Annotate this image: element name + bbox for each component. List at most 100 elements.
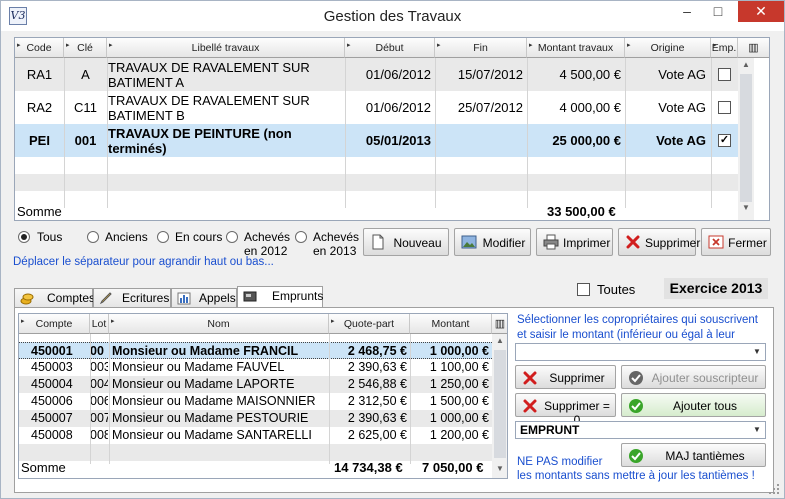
supprimer-zero-button[interactable]: Supprimer = 0 bbox=[515, 393, 616, 427]
table-row[interactable]: RA1 A TRAVAUX DE RAVALEMENT SUR BATIMENT… bbox=[15, 58, 739, 91]
maximize-button[interactable]: □ bbox=[704, 1, 732, 22]
minimize-icon: – bbox=[683, 3, 691, 19]
column-header-nom[interactable]: ▸ Nom bbox=[109, 314, 329, 334]
column-divider bbox=[625, 58, 626, 208]
column-header-montant[interactable]: ▸ Montant travaux bbox=[527, 38, 625, 58]
filter-acheves-2012-label: Achevés en 2012 bbox=[244, 230, 291, 258]
sort-icon: ▸ bbox=[347, 42, 351, 49]
column-header-montant-emprunt[interactable]: Montant bbox=[410, 314, 492, 334]
fermer-button[interactable]: Fermer bbox=[701, 228, 771, 256]
new-document-icon bbox=[372, 234, 384, 250]
table-row[interactable]: RA2 C11 TRAVAUX DE RAVALEMENT SUR BATIME… bbox=[15, 91, 739, 124]
empty-row bbox=[15, 174, 739, 191]
title-bar: V3 Gestion des Travaux – □ ✕ bbox=[1, 1, 784, 31]
emprunt-checkbox[interactable] bbox=[718, 101, 731, 114]
travaux-sum-value: 33 500,00 € bbox=[547, 204, 616, 219]
gestion-travaux-window: V3 Gestion des Travaux – □ ✕ ▸ Code ▸ Clé … bbox=[0, 0, 785, 499]
column-header-emp[interactable]: ▸ Emp. bbox=[711, 38, 738, 58]
pencil-icon bbox=[99, 292, 112, 305]
tab-comptes[interactable]: Comptes bbox=[14, 288, 95, 308]
column-chooser-icon: ▥ bbox=[748, 42, 759, 54]
filter-tous-radio[interactable] bbox=[18, 231, 30, 243]
check-icon: ✓ bbox=[719, 134, 730, 146]
emprunts-sum-montant: 7 050,00 € bbox=[422, 460, 484, 475]
maximize-icon: □ bbox=[713, 3, 723, 19]
chart-icon bbox=[177, 292, 191, 305]
sort-icon: ▸ bbox=[17, 42, 21, 49]
column-divider bbox=[64, 58, 65, 208]
coins-icon bbox=[20, 293, 34, 305]
table-row-selected[interactable]: PEI 001 TRAVAUX DE PEINTURE (non terminé… bbox=[15, 124, 739, 157]
ajouter-tous-button[interactable]: Ajouter tous bbox=[621, 393, 766, 417]
column-header-debut[interactable]: ▸ Début bbox=[345, 38, 435, 58]
tab-ecritures[interactable]: Ecritures bbox=[93, 288, 171, 308]
sort-icon: ▸ bbox=[111, 318, 115, 325]
travaux-scrollbar[interactable]: ▲ ▼ bbox=[738, 58, 754, 220]
window-title: Gestion des Travaux bbox=[323, 8, 462, 25]
emprunt-checkbox-checked[interactable]: ✓ bbox=[718, 134, 731, 147]
supprimer-souscripteur-button[interactable]: Supprimer bbox=[515, 365, 616, 389]
card-icon bbox=[243, 291, 257, 302]
close-window-button[interactable]: ✕ bbox=[738, 1, 784, 22]
travaux-grid[interactable]: ▸ Code ▸ Clé ▸ Libellé travaux ▸ Début ▸ Fin … bbox=[14, 37, 770, 221]
column-header-quote-part[interactable]: ▸ Quote-part bbox=[329, 314, 410, 334]
scroll-thumb[interactable] bbox=[494, 350, 506, 458]
column-divider bbox=[107, 58, 108, 208]
scroll-up-icon[interactable]: ▲ bbox=[492, 336, 507, 345]
column-divider bbox=[435, 58, 436, 208]
filter-en-cours-radio[interactable] bbox=[157, 231, 169, 243]
scroll-up-icon[interactable]: ▲ bbox=[738, 60, 754, 69]
column-header-cle[interactable]: ▸ Clé bbox=[64, 38, 107, 58]
ajouter-souscripteur-button[interactable]: Ajouter souscripteur bbox=[621, 365, 766, 389]
column-divider bbox=[410, 334, 411, 464]
supprimer-travaux-button[interactable]: Supprimer bbox=[618, 228, 700, 256]
filter-acheves-2013-radio[interactable] bbox=[295, 231, 307, 243]
modifier-button[interactable]: Modifier bbox=[454, 228, 531, 256]
column-chooser-icon: ▥ bbox=[494, 318, 506, 330]
column-header-code[interactable]: ▸ Code bbox=[15, 38, 64, 58]
filter-acheves-2012-radio[interactable] bbox=[226, 231, 238, 243]
sort-icon: ▸ bbox=[331, 318, 335, 325]
nouveau-button[interactable]: Nouveau bbox=[363, 228, 449, 256]
exercice-label: Exercice 2013 bbox=[664, 278, 768, 299]
warning-text: NE PAS modifier les montants sans mettre… bbox=[517, 456, 755, 482]
filter-tous-label: Tous bbox=[37, 230, 63, 244]
filter-anciens-radio[interactable] bbox=[87, 231, 99, 243]
close-form-icon bbox=[708, 235, 724, 249]
column-header-origine[interactable]: ▸ Origine bbox=[625, 38, 711, 58]
sort-icon: ▸ bbox=[109, 42, 113, 49]
column-header-lot[interactable]: Lot bbox=[90, 314, 109, 334]
column-divider bbox=[345, 58, 346, 208]
column-chooser-button[interactable]: ▥ bbox=[738, 38, 769, 58]
column-header-compte[interactable]: ▸ Compte bbox=[19, 314, 90, 334]
toutes-checkbox[interactable] bbox=[577, 283, 590, 296]
empty-row bbox=[15, 191, 739, 208]
scroll-down-icon[interactable]: ▼ bbox=[492, 464, 507, 473]
column-chooser-button[interactable]: ▥ bbox=[492, 314, 507, 334]
emprunt-checkbox[interactable] bbox=[718, 68, 731, 81]
type-select[interactable]: EMPRUNT ▼ bbox=[515, 421, 766, 439]
filter-acheves-2013-label: Achevés en 2013 bbox=[313, 230, 360, 258]
resize-grip-icon[interactable] bbox=[767, 482, 781, 496]
scroll-down-icon[interactable]: ▼ bbox=[738, 203, 754, 212]
column-header-fin[interactable]: ▸ Fin bbox=[435, 38, 527, 58]
minimize-button[interactable]: – bbox=[673, 1, 701, 22]
sort-icon: ▸ bbox=[21, 318, 25, 325]
emprunts-grid[interactable]: ▸ Compte Lot ▸ Nom ▸ Quote-part Montant ▥ 4… bbox=[18, 313, 508, 479]
imprimer-button[interactable]: Imprimer bbox=[536, 228, 613, 256]
tab-emprunts[interactable]: Emprunts bbox=[237, 286, 323, 309]
coproprietaire-select[interactable]: ▼ bbox=[515, 343, 766, 361]
toutes-label: Toutes bbox=[597, 282, 636, 297]
tab-appels[interactable]: Appels bbox=[171, 288, 237, 308]
column-header-libelle[interactable]: ▸ Libellé travaux bbox=[107, 38, 345, 58]
scroll-thumb[interactable] bbox=[740, 74, 752, 202]
empty-row bbox=[15, 157, 739, 174]
column-divider bbox=[109, 334, 110, 464]
emprunts-sum-label: Somme bbox=[21, 460, 66, 475]
check-circle-icon bbox=[629, 371, 643, 385]
emprunts-scrollbar[interactable]: ▲ ▼ bbox=[492, 334, 507, 478]
emprunts-sum-quote: 14 734,38 € bbox=[334, 460, 403, 475]
close-icon: ✕ bbox=[755, 3, 767, 19]
chevron-down-icon: ▼ bbox=[753, 347, 761, 356]
sort-icon: ▸ bbox=[437, 42, 441, 49]
